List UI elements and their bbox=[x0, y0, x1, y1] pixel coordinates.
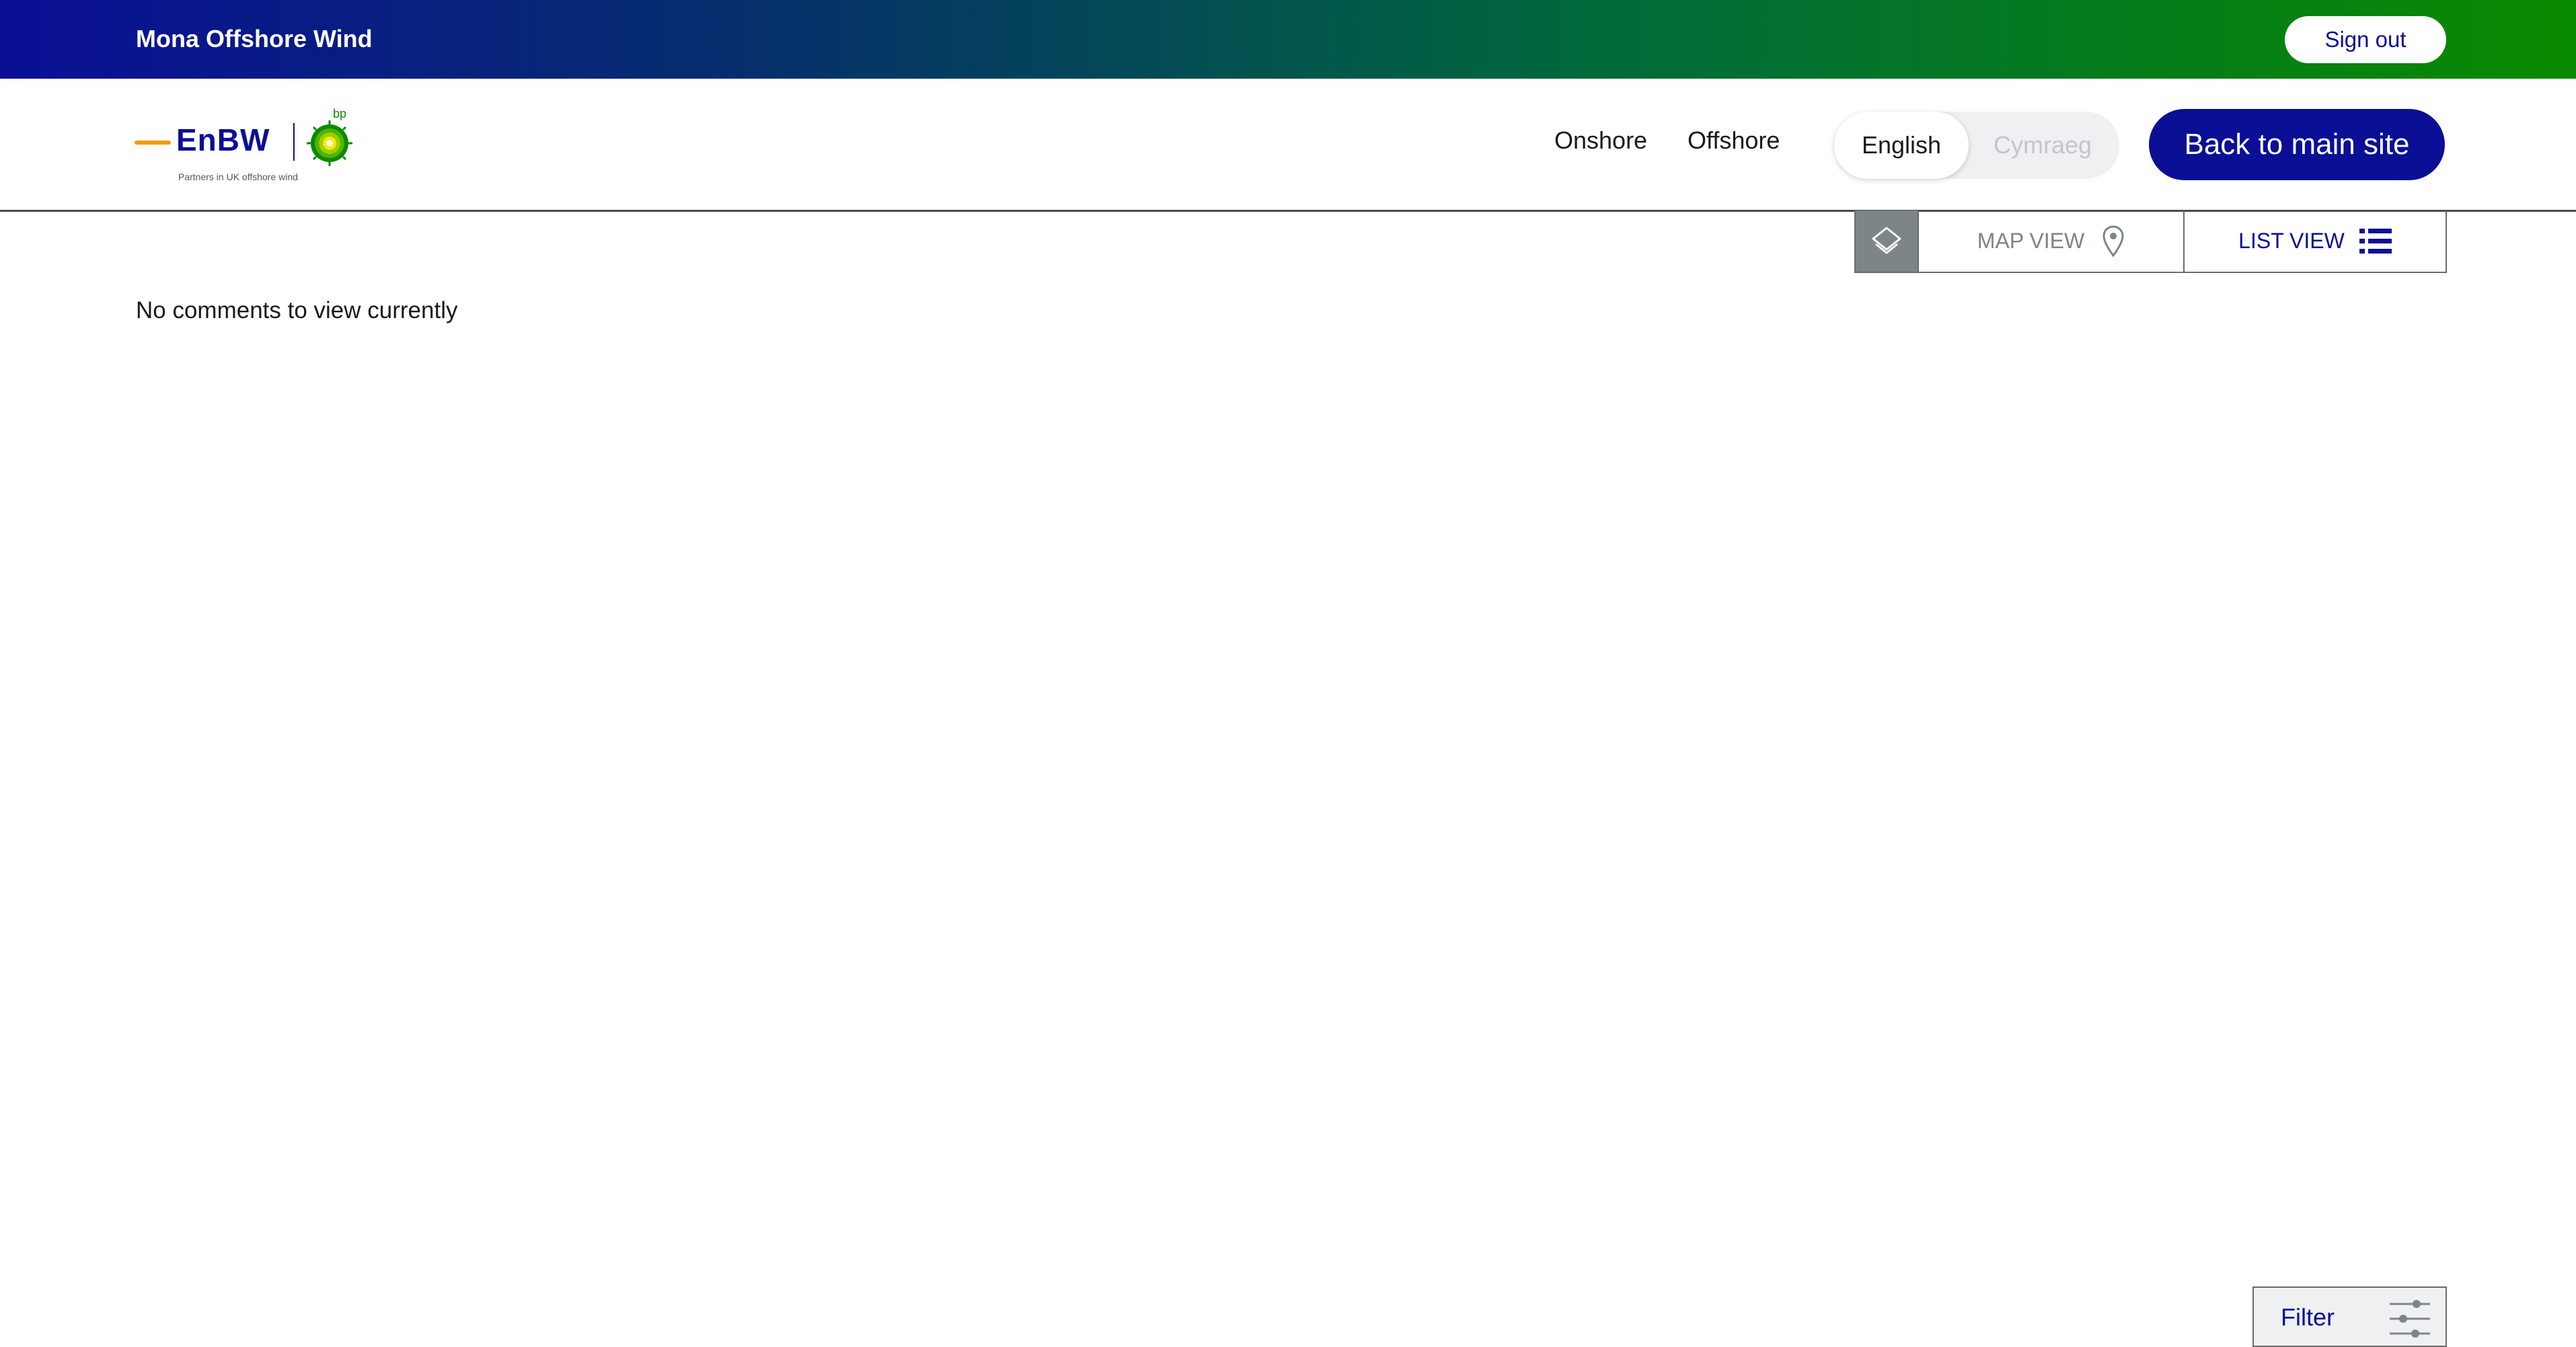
sign-out-button[interactable]: Sign out bbox=[2285, 16, 2446, 63]
list-view-label: LIST VIEW bbox=[2238, 229, 2345, 253]
language-option-cymraeg[interactable]: Cymraeg bbox=[1975, 112, 2110, 179]
layers-icon bbox=[1872, 227, 1901, 254]
filter-button[interactable]: Filter bbox=[2252, 1286, 2447, 1347]
language-toggle[interactable]: English Cymraeg bbox=[1834, 112, 2119, 179]
list-view-button[interactable]: LIST VIEW bbox=[2185, 210, 2446, 272]
language-option-english[interactable]: English bbox=[1834, 112, 1969, 179]
list-icon bbox=[2359, 228, 2392, 254]
svg-text:bp: bp bbox=[333, 107, 346, 120]
map-pin-icon bbox=[2103, 225, 2124, 257]
filter-label: Filter bbox=[2281, 1303, 2335, 1331]
back-to-main-site-button[interactable]: Back to main site bbox=[2149, 109, 2445, 180]
map-view-button[interactable]: MAP VIEW bbox=[1919, 210, 2185, 272]
logo-tagline: Partners in UK offshore wind bbox=[178, 171, 298, 182]
logo[interactable]: EnBW bp Partners in UK offshore wind bbox=[135, 106, 363, 186]
sliders-icon bbox=[2390, 1300, 2430, 1338]
nav-onshore-link[interactable]: Onshore bbox=[1554, 126, 1647, 155]
site-title: Mona Offshore Wind bbox=[136, 25, 373, 52]
svg-text:EnBW: EnBW bbox=[176, 122, 270, 157]
view-switcher: MAP VIEW LIST VIEW bbox=[1854, 210, 2447, 273]
map-view-label: MAP VIEW bbox=[1977, 229, 2085, 253]
nav-offshore-link[interactable]: Offshore bbox=[1688, 126, 1780, 155]
site-header: EnBW bp Partners in UK offshore wind Ons… bbox=[0, 79, 2576, 212]
layers-button[interactable] bbox=[1856, 210, 1919, 272]
top-bar: Mona Offshore Wind Sign out bbox=[0, 0, 2576, 79]
empty-comments-message: No comments to view currently bbox=[136, 297, 458, 323]
